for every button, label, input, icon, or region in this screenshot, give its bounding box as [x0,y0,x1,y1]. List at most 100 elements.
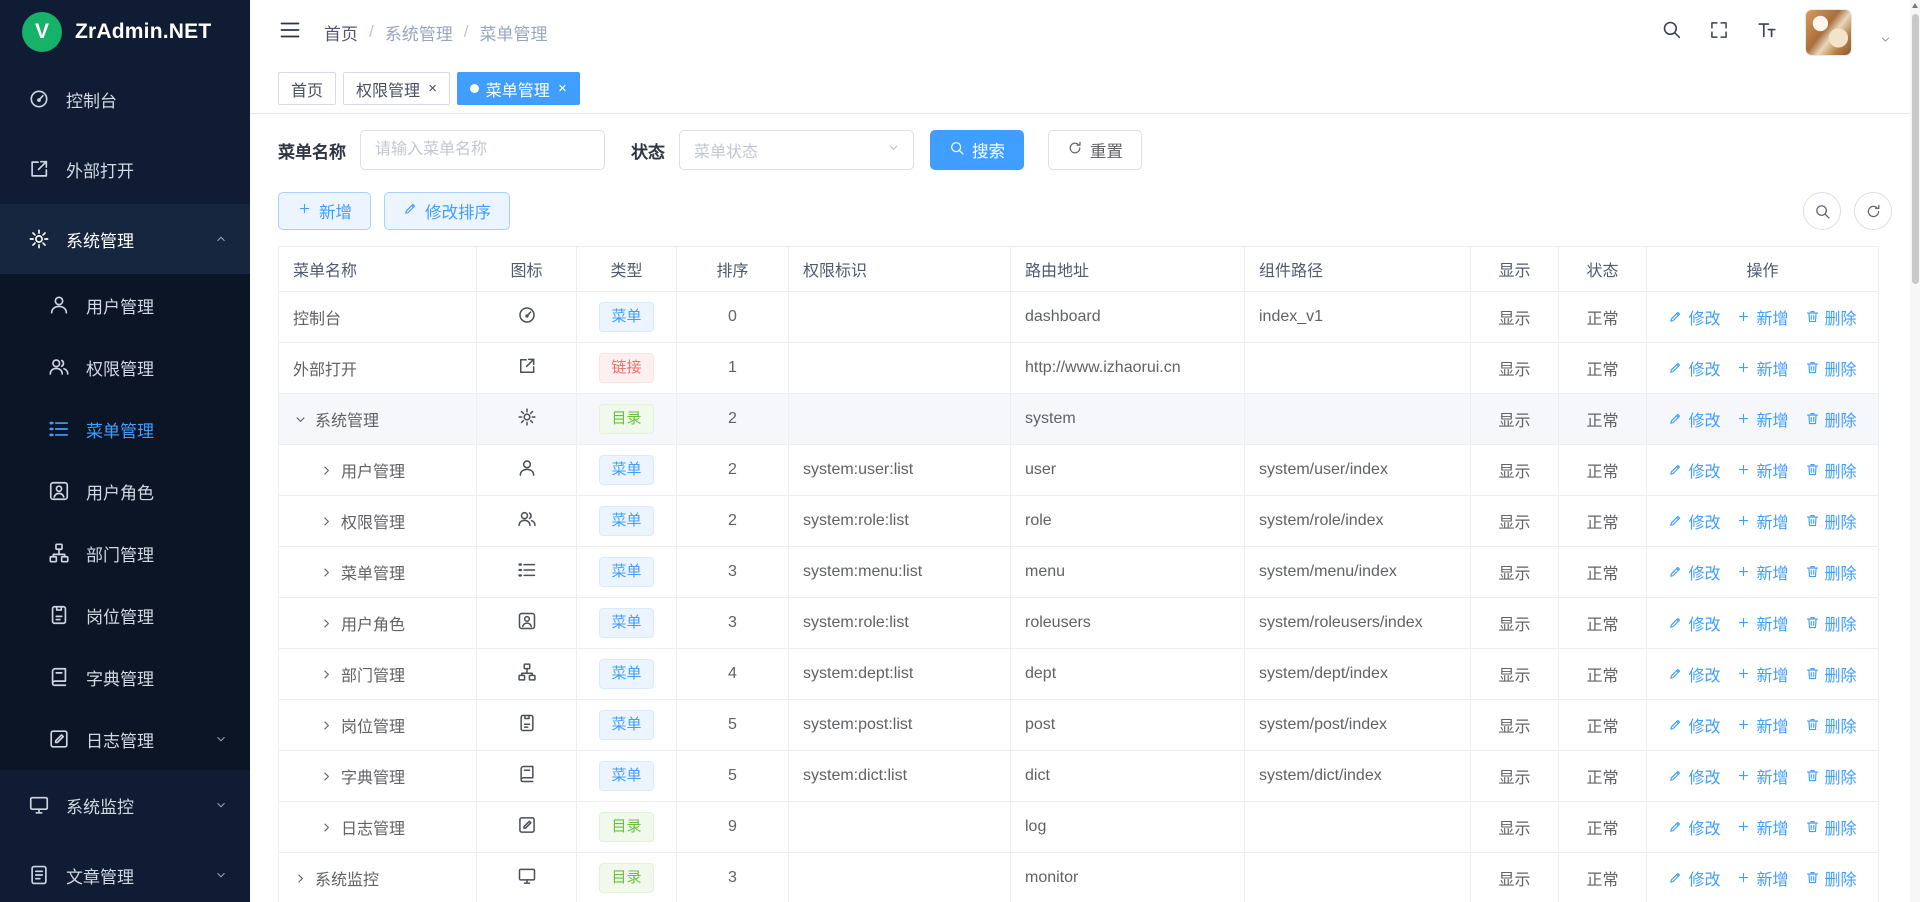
sidebar-item-dept[interactable]: 部门管理 [0,522,250,584]
edit-link[interactable]: 修改 [1668,764,1720,788]
sidebar-item-system[interactable]: 系统管理 [0,204,250,274]
menu-name-cell[interactable]: 用户角色 [293,611,462,635]
status-label: 状态 [631,138,665,163]
menu-name-cell[interactable]: 菜单管理 [293,560,462,584]
sidebar-item-label: 权限管理 [86,355,154,380]
avatar[interactable] [1805,9,1852,56]
table-row: 字典管理菜单5system:dict:listdictsystem/dict/i… [279,751,1879,802]
delete-link[interactable]: 删除 [1805,560,1857,584]
tab-close-icon[interactable]: × [558,81,567,96]
sidebar-item-user[interactable]: 用户管理 [0,274,250,336]
add-link[interactable]: 新增 [1736,764,1788,788]
sort-cell: 9 [677,802,789,853]
delete-link[interactable]: 删除 [1805,305,1857,329]
tab-2[interactable]: 菜单管理× [457,72,580,105]
perm-cell [789,343,1011,394]
column-header-0: 菜单名称 [279,247,477,292]
delete-link[interactable]: 删除 [1805,713,1857,737]
edit-link[interactable]: 修改 [1668,560,1720,584]
edit-link[interactable]: 修改 [1668,305,1720,329]
reset-button[interactable]: 重置 [1048,130,1142,170]
route-cell: log [1011,802,1245,853]
gear-icon [28,228,50,250]
menu-name-cell[interactable]: 日志管理 [293,815,462,839]
breadcrumb-item-0[interactable]: 首页 [324,20,358,45]
edit-link[interactable]: 修改 [1668,866,1720,890]
add-link[interactable]: 新增 [1736,407,1788,431]
menu-name-cell[interactable]: 用户管理 [293,458,462,482]
add-link[interactable]: 新增 [1736,458,1788,482]
edit-icon [1668,717,1683,732]
plus-icon [1736,819,1751,834]
sidebar-item-label: 外部打开 [66,157,134,182]
sidebar-item-roleusers[interactable]: 用户角色 [0,460,250,522]
tab-close-icon[interactable]: × [428,81,437,96]
page-scrollbar[interactable] [1910,0,1920,902]
add-link[interactable]: 新增 [1736,662,1788,686]
add-link[interactable]: 新增 [1736,305,1788,329]
status-select[interactable]: 菜单状态 [679,130,914,170]
menu-name-cell[interactable]: 系统管理 [293,407,462,431]
menu-name-cell[interactable]: 权限管理 [293,509,462,533]
menu-name-cell[interactable]: 字典管理 [293,764,462,788]
toggle-search-button[interactable] [1803,192,1841,230]
sidebar-menu: 控制台外部打开系统管理用户管理权限管理菜单管理用户角色部门管理岗位管理字典管理日… [0,64,250,902]
menu-name-cell[interactable]: 部门管理 [293,662,462,686]
add-link[interactable]: 新增 [1736,356,1788,380]
table-row: 系统管理目录2system显示正常修改新增删除 [279,394,1879,445]
type-tag: 目录 [599,863,653,893]
sidebar-item-monitor[interactable]: 系统监控 [0,770,250,840]
edit-link[interactable]: 修改 [1668,713,1720,737]
add-link[interactable]: 新增 [1736,509,1788,533]
sidebar-item-log[interactable]: 日志管理 [0,708,250,770]
tab-1[interactable]: 权限管理× [343,72,450,105]
scroll-up-arrow-icon[interactable] [1912,3,1918,8]
add-link[interactable]: 新增 [1736,560,1788,584]
edit-link[interactable]: 修改 [1668,356,1720,380]
delete-link[interactable]: 删除 [1805,662,1857,686]
add-link[interactable]: 新增 [1736,815,1788,839]
edit-link[interactable]: 修改 [1668,611,1720,635]
breadcrumb-item-1: 系统管理 [385,20,453,45]
sidebar-item-role[interactable]: 权限管理 [0,336,250,398]
refresh-table-button[interactable] [1854,192,1892,230]
delete-link[interactable]: 删除 [1805,509,1857,533]
delete-link[interactable]: 删除 [1805,458,1857,482]
tab-0[interactable]: 首页 [278,72,336,105]
sidebar-item-article[interactable]: 文章管理 [0,840,250,902]
sidebar-item-dict[interactable]: 字典管理 [0,646,250,708]
scrollbar-thumb[interactable] [1912,14,1919,284]
add-button[interactable]: 新增 [278,192,371,230]
edit-link[interactable]: 修改 [1668,662,1720,686]
icon-cell [477,751,577,802]
edit-link[interactable]: 修改 [1668,407,1720,431]
menu-name-cell[interactable]: 岗位管理 [293,713,462,737]
add-link[interactable]: 新增 [1736,611,1788,635]
edit-link[interactable]: 修改 [1668,458,1720,482]
add-link[interactable]: 新增 [1736,866,1788,890]
delete-link[interactable]: 删除 [1805,611,1857,635]
delete-link[interactable]: 删除 [1805,866,1857,890]
edit-link[interactable]: 修改 [1668,815,1720,839]
user-menu-caret-icon[interactable] [1879,33,1892,51]
sidebar-item-external[interactable]: 外部打开 [0,134,250,204]
delete-link[interactable]: 删除 [1805,407,1857,431]
delete-link[interactable]: 删除 [1805,815,1857,839]
menu-name-input[interactable] [360,130,605,170]
sidebar-item-post[interactable]: 岗位管理 [0,584,250,646]
add-link[interactable]: 新增 [1736,713,1788,737]
logo[interactable]: V ZrAdmin.NET [0,0,250,64]
search-button[interactable]: 搜索 [930,130,1024,170]
collapse-sidebar-button[interactable] [278,18,302,47]
plus-icon [1736,666,1751,681]
edit-sort-button[interactable]: 修改排序 [384,192,510,230]
edit-link[interactable]: 修改 [1668,509,1720,533]
delete-link[interactable]: 删除 [1805,356,1857,380]
delete-link[interactable]: 删除 [1805,764,1857,788]
sidebar-item-dashboard[interactable]: 控制台 [0,64,250,134]
sidebar-item-label: 字典管理 [86,665,154,690]
sidebar-item-menu[interactable]: 菜单管理 [0,398,250,460]
menu-name-cell[interactable]: 系统监控 [293,866,462,890]
chevron-right-icon [319,463,334,478]
route-cell: user [1011,445,1245,496]
